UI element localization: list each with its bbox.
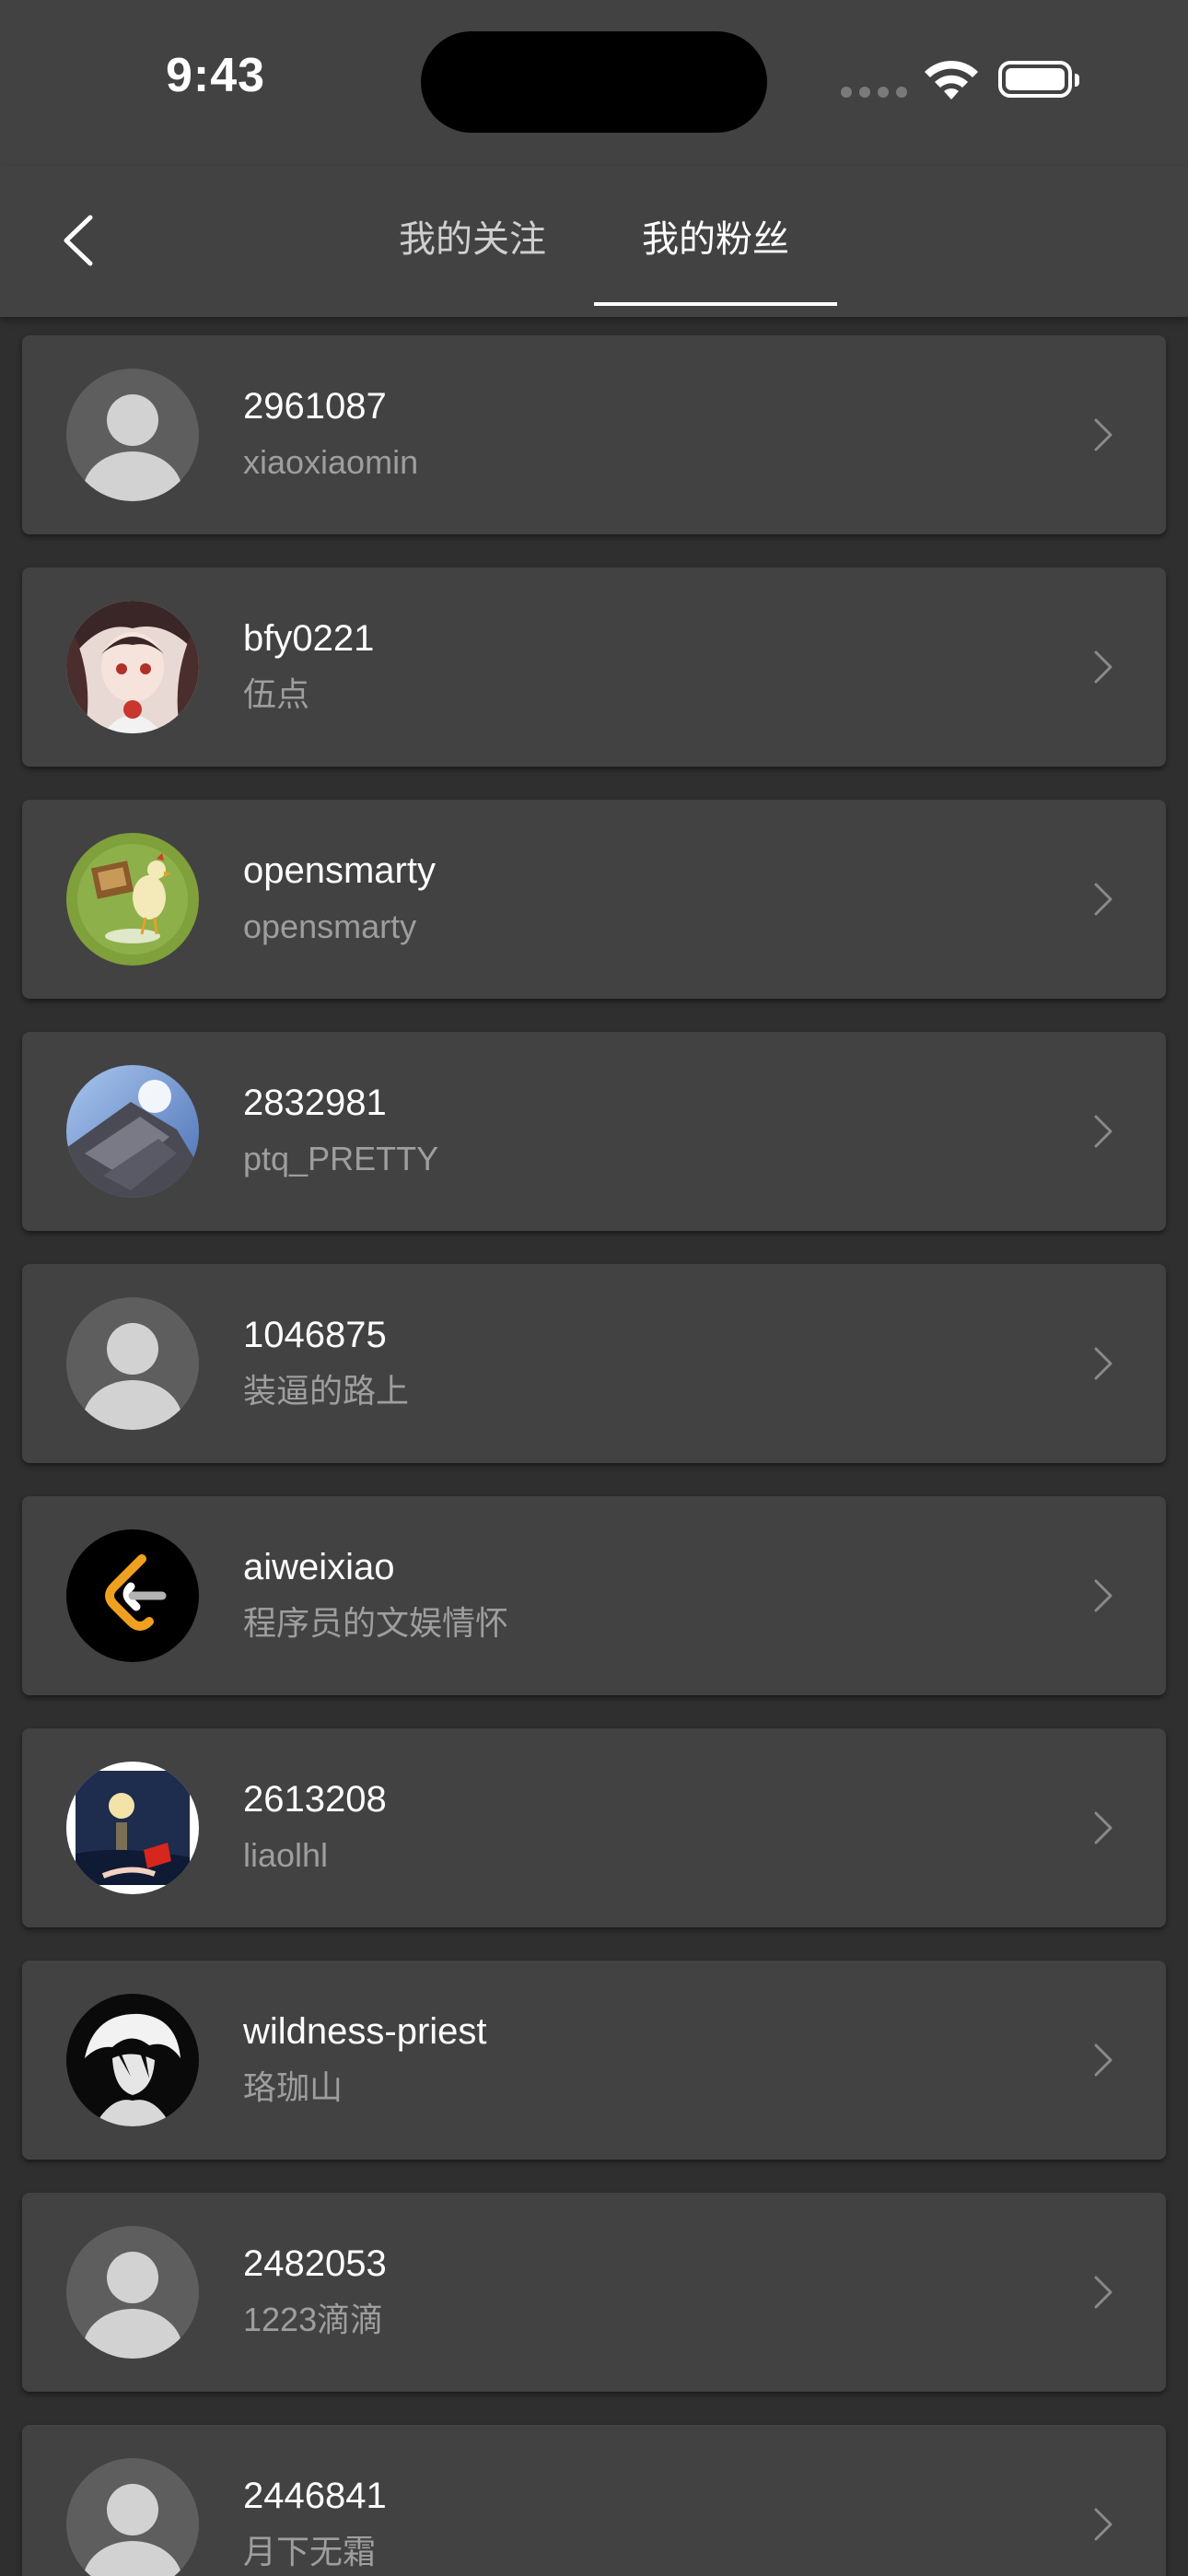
ink-portrait-avatar — [66, 1994, 199, 2126]
nav-bar: 我的关注 我的粉丝 — [0, 166, 1188, 317]
follower-name: 2961087 — [243, 386, 387, 427]
follower-name: 2832981 — [243, 1083, 387, 1123]
follower-name: aiweixiao — [243, 1547, 395, 1587]
list-item[interactable]: 1046875 装逼的路上 — [22, 1264, 1166, 1463]
chevron-right-icon — [1094, 2043, 1112, 2077]
follower-name: bfy0221 — [243, 618, 375, 659]
follower-name: opensmarty — [243, 850, 436, 891]
chevron-right-icon — [1094, 1347, 1112, 1380]
follower-name: 1046875 — [243, 1315, 387, 1355]
list-item[interactable]: 2446841 月下无霜 — [22, 2425, 1166, 2576]
chevron-right-icon — [1094, 1811, 1112, 1844]
battery-icon — [998, 61, 1079, 98]
list-item[interactable]: opensmarty opensmarty — [22, 800, 1166, 999]
follower-nickname: 珞珈山 — [243, 2068, 344, 2106]
status-bar: 9:43 — [0, 0, 1188, 166]
follower-name: 2482053 — [243, 2243, 387, 2284]
sky-building-avatar — [66, 1065, 199, 1198]
follower-nickname: 伍点 — [243, 675, 310, 713]
chevron-right-icon — [1094, 2276, 1112, 2309]
chevron-right-icon — [1094, 1115, 1112, 1148]
followers-screen: 9:43 我的关注 我的粉丝 2961087 xiaoxiaomin bfy02… — [0, 0, 1188, 2576]
list-item[interactable]: 2613208 liaolhl — [22, 1728, 1166, 1927]
default-avatar-icon — [66, 369, 199, 501]
chevron-right-icon — [1094, 418, 1112, 451]
follower-nickname: opensmarty — [243, 907, 417, 945]
follower-nickname: ptq_PRETTY — [243, 1140, 439, 1177]
chevron-right-icon — [1094, 650, 1112, 684]
wifi-icon — [925, 60, 978, 100]
follower-nickname: 月下无霜 — [243, 2533, 377, 2570]
status-time: 9:43 — [166, 49, 266, 102]
follower-nickname: liaolhl — [243, 1836, 329, 1874]
list-item[interactable]: bfy0221 伍点 — [22, 568, 1166, 767]
list-item[interactable]: aiweixiao 程序员的文娱情怀 — [22, 1496, 1166, 1695]
anime-girl-avatar — [66, 601, 199, 733]
rooster-avatar — [66, 833, 199, 966]
cellular-signal-icon — [841, 87, 907, 98]
chevron-right-icon — [1094, 2508, 1112, 2541]
default-avatar-icon — [66, 1297, 199, 1430]
follower-nickname: 1223滴滴 — [243, 2301, 384, 2338]
tab-following[interactable]: 我的关注 — [351, 214, 594, 265]
tab-followers[interactable]: 我的粉丝 — [594, 214, 837, 265]
follower-name: 2446841 — [243, 2476, 387, 2516]
list-item[interactable]: 2482053 1223滴滴 — [22, 2193, 1166, 2392]
dynamic-island — [421, 31, 767, 133]
follower-nickname: 装逼的路上 — [243, 1372, 410, 1410]
moon-flag-avatar — [66, 1762, 199, 1894]
follower-name: wildness-priest — [243, 2011, 487, 2052]
default-avatar-icon — [66, 2226, 199, 2359]
list-item[interactable]: 2832981 ptq_PRETTY — [22, 1032, 1166, 1231]
chevron-right-icon — [1094, 1579, 1112, 1612]
chevron-right-icon — [1094, 883, 1112, 916]
chevron-left-icon — [64, 215, 93, 266]
list-item[interactable]: 2961087 xiaoxiaomin — [22, 335, 1166, 534]
leetcode-logo-avatar — [66, 1529, 199, 1662]
tab-indicator — [594, 302, 837, 306]
default-avatar-icon — [66, 2458, 199, 2576]
follower-nickname: xiaoxiaomin — [243, 443, 419, 481]
back-button[interactable] — [53, 208, 109, 273]
follower-name: 2613208 — [243, 1779, 387, 1820]
list-item[interactable]: wildness-priest 珞珈山 — [22, 1961, 1166, 2160]
follower-nickname: 程序员的文娱情怀 — [243, 1604, 509, 1642]
